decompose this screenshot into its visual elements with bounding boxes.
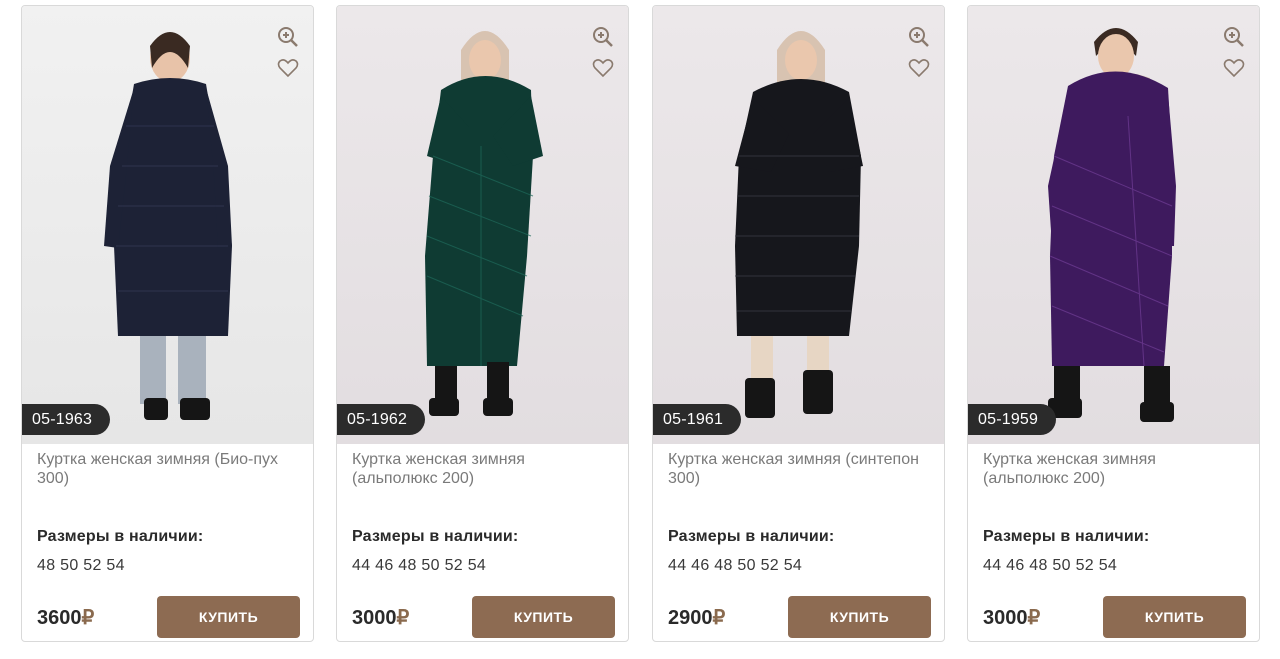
price-value: 3000 <box>983 607 1028 629</box>
product-photo[interactable]: 05-1959 <box>968 6 1259 444</box>
product-card[interactable]: 05-1963 Куртка женская зимняя (Био-пух 3… <box>21 5 314 642</box>
sizes-list: 48 50 52 54 <box>37 557 125 574</box>
sizes-list: 44 46 48 50 52 54 <box>983 557 1118 574</box>
product-card[interactable]: 05-1959 Куртка женская зимняя (альполюкс… <box>967 5 1260 642</box>
model-in-coat-image <box>735 31 863 418</box>
sku-badge: 05-1961 <box>653 404 742 435</box>
sku-badge: 05-1959 <box>968 404 1057 435</box>
currency-icon: ₽ <box>396 607 410 629</box>
product-photo[interactable]: 05-1961 <box>653 6 944 444</box>
price: 2900₽ <box>668 605 725 630</box>
model-in-coat-image <box>104 32 232 420</box>
buy-button[interactable]: КУПИТЬ <box>472 596 615 638</box>
sku-badge: 05-1962 <box>337 404 426 435</box>
price: 3600₽ <box>37 605 94 630</box>
zoom-in-icon[interactable] <box>277 26 299 48</box>
product-name[interactable]: Куртка женская зимняя (альполюкс 200) <box>352 450 612 488</box>
product-photo[interactable]: 05-1963 <box>22 6 313 444</box>
heart-icon[interactable] <box>908 57 930 79</box>
currency-icon: ₽ <box>712 607 726 629</box>
sizes-label: Размеры в наличии: <box>983 528 1150 545</box>
model-in-coat-image <box>425 31 543 416</box>
heart-icon[interactable] <box>1223 57 1245 79</box>
price-value: 2900 <box>668 607 713 629</box>
zoom-in-icon[interactable] <box>1223 26 1245 48</box>
sizes-list: 44 46 48 50 52 54 <box>352 557 487 574</box>
product-name[interactable]: Куртка женская зимняя (альполюкс 200) <box>983 450 1243 488</box>
product-grid: 05-1963 Куртка женская зимняя (Био-пух 3… <box>0 0 1280 659</box>
zoom-in-icon[interactable] <box>908 26 930 48</box>
zoom-in-icon[interactable] <box>592 26 614 48</box>
price: 3000₽ <box>352 605 409 630</box>
price-value: 3600 <box>37 607 82 629</box>
sizes-label: Размеры в наличии: <box>37 528 204 545</box>
sizes-label: Размеры в наличии: <box>352 528 519 545</box>
price-value: 3000 <box>352 607 397 629</box>
product-name[interactable]: Куртка женская зимняя (Био-пух 300) <box>37 450 297 488</box>
currency-icon: ₽ <box>81 607 95 629</box>
buy-button[interactable]: КУПИТЬ <box>788 596 931 638</box>
product-card[interactable]: 05-1962 Куртка женская зимняя (альполюкс… <box>336 5 629 642</box>
sizes-list: 44 46 48 50 52 54 <box>668 557 803 574</box>
product-name[interactable]: Куртка женская зимняя (синтепон 300) <box>668 450 928 488</box>
currency-icon: ₽ <box>1027 607 1041 629</box>
sku-badge: 05-1963 <box>22 404 111 435</box>
sizes-label: Размеры в наличии: <box>668 528 835 545</box>
price: 3000₽ <box>983 605 1040 630</box>
heart-icon[interactable] <box>592 57 614 79</box>
product-photo[interactable]: 05-1962 <box>337 6 628 444</box>
heart-icon[interactable] <box>277 57 299 79</box>
model-in-coat-image <box>1048 28 1176 422</box>
buy-button[interactable]: КУПИТЬ <box>1103 596 1246 638</box>
buy-button[interactable]: КУПИТЬ <box>157 596 300 638</box>
product-card[interactable]: 05-1961 Куртка женская зимняя (синтепон … <box>652 5 945 642</box>
